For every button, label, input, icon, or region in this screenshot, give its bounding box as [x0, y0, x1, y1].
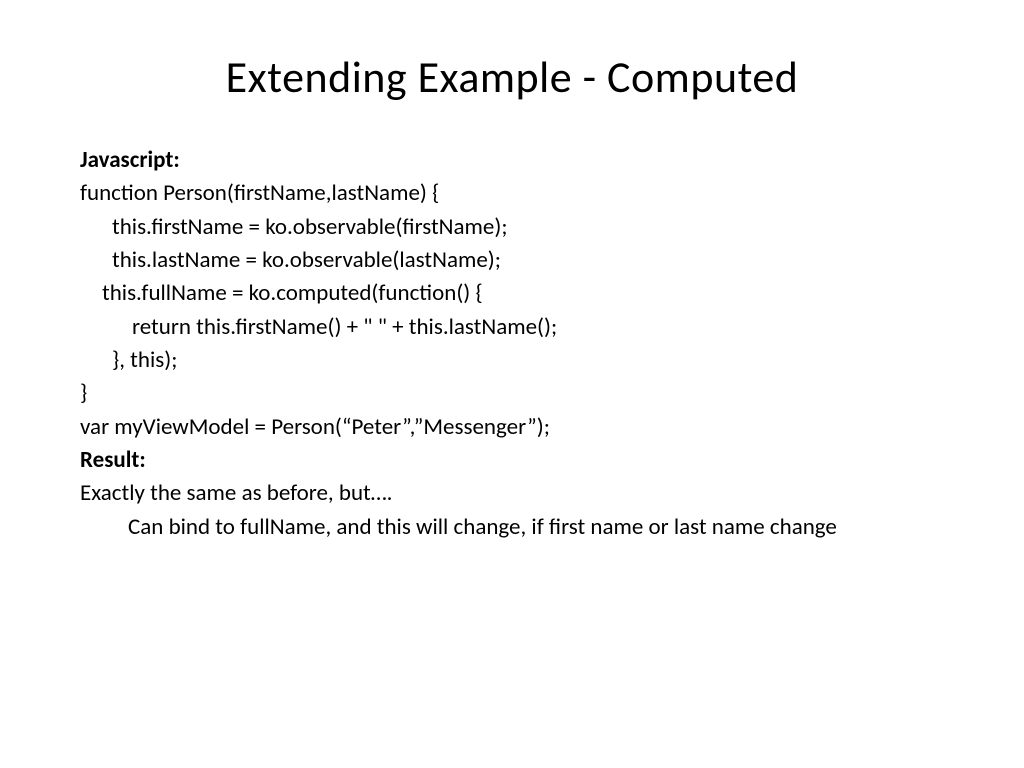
slide-content: Javascript: function Person(firstName,la… [80, 144, 944, 544]
slide-title: Extending Example - Computed [80, 50, 944, 104]
result-line: Can bind to fullName, and this will chan… [80, 511, 944, 544]
code-line: this.lastName = ko.observable(lastName); [80, 244, 944, 277]
code-line: return this.firstName() + " " + this.las… [80, 311, 944, 344]
result-label: Result: [80, 444, 944, 477]
code-line: this.fullName = ko.computed(function() { [80, 277, 944, 310]
result-line: Exactly the same as before, but…. [80, 477, 944, 510]
code-line: this.firstName = ko.observable(firstName… [80, 211, 944, 244]
code-line: var myViewModel = Person(“Peter”,”Messen… [80, 411, 944, 444]
code-line: }, this); [80, 344, 944, 377]
code-line: function Person(firstName,lastName) { [80, 177, 944, 210]
javascript-label: Javascript: [80, 144, 944, 177]
code-line: } [80, 377, 944, 410]
